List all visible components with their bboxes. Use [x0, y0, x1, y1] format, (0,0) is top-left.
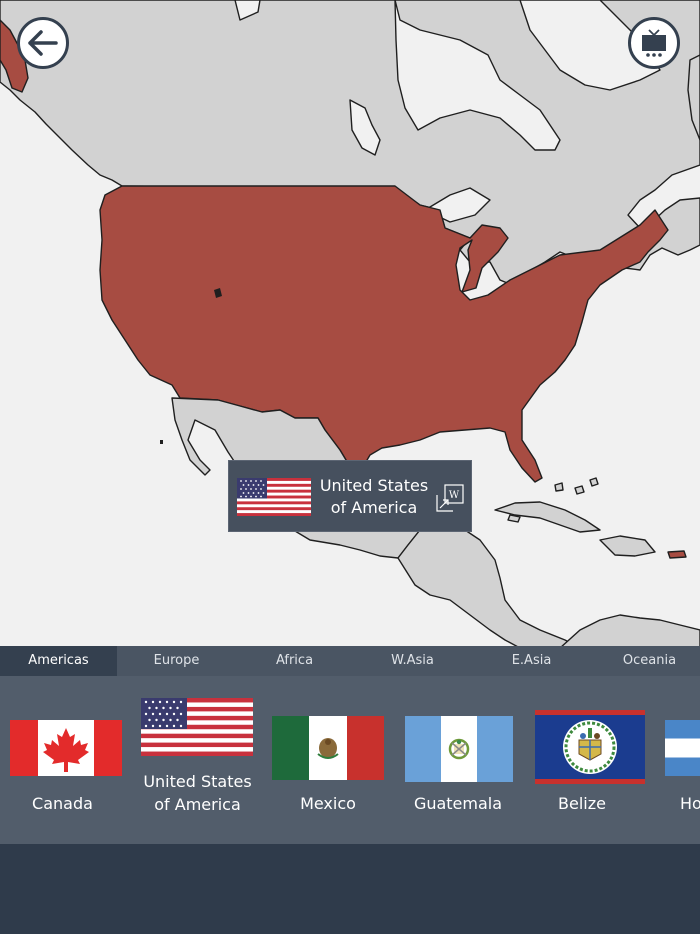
belize-flag-icon	[535, 710, 645, 784]
svg-text:W: W	[449, 490, 460, 501]
flag-label-belize: Belize	[558, 794, 606, 813]
tab-e-asia[interactable]: E.Asia	[473, 646, 590, 676]
world-map[interactable]	[0, 0, 700, 648]
guatemala-flag-icon	[405, 716, 513, 782]
flag-item-guatemala[interactable]: Guatemala	[398, 686, 518, 836]
arrow-left-icon	[28, 30, 58, 56]
map-south-america[interactable]	[559, 614, 700, 648]
flag-label-honduras: Ho	[680, 794, 700, 813]
bottom-bar	[0, 844, 700, 934]
flag-item-canada[interactable]: Canada	[0, 686, 125, 836]
honduras-flag-icon	[665, 720, 700, 776]
flag-label-guatemala: Guatemala	[413, 794, 503, 813]
country-panel: Americas Europe Africa W.Asia E.Asia Oce…	[0, 646, 700, 844]
tv-button[interactable]	[628, 17, 680, 69]
tab-americas[interactable]: Americas	[0, 646, 117, 676]
tab-africa[interactable]: Africa	[236, 646, 353, 676]
flag-label-canada: Canada	[32, 794, 93, 813]
flag-item-honduras[interactable]: Ho	[660, 686, 700, 836]
flag-item-belize[interactable]: Belize	[526, 686, 645, 836]
tooltip-country-name: United States of America	[319, 476, 429, 517]
flag-item-usa[interactable]: United States of America	[135, 686, 260, 836]
tab-europe[interactable]: Europe	[118, 646, 235, 676]
flag-label-usa: United States of America	[143, 772, 252, 814]
mexico-flag-icon	[272, 716, 384, 780]
map-canvas[interactable]	[0, 0, 700, 648]
region-tabs: Americas Europe Africa W.Asia E.Asia Oce…	[0, 646, 700, 676]
map-puerto-rico[interactable]	[667, 550, 687, 559]
map-hispaniola[interactable]	[599, 535, 656, 557]
tab-oceania[interactable]: Oceania	[591, 646, 700, 676]
tv-icon	[642, 29, 666, 57]
flag-item-mexico[interactable]: Mexico	[268, 686, 388, 836]
back-button[interactable]	[17, 17, 69, 69]
usa-flag-icon	[237, 478, 311, 516]
wikipedia-icon[interactable]: W	[435, 483, 465, 513]
map-central-america[interactable]	[397, 524, 581, 648]
canada-flag-icon	[10, 720, 122, 776]
tab-w-asia[interactable]: W.Asia	[354, 646, 471, 676]
country-tooltip[interactable]: United States of America W	[228, 460, 472, 532]
flag-label-mexico: Mexico	[300, 794, 356, 813]
usa-flag-icon	[141, 698, 253, 756]
